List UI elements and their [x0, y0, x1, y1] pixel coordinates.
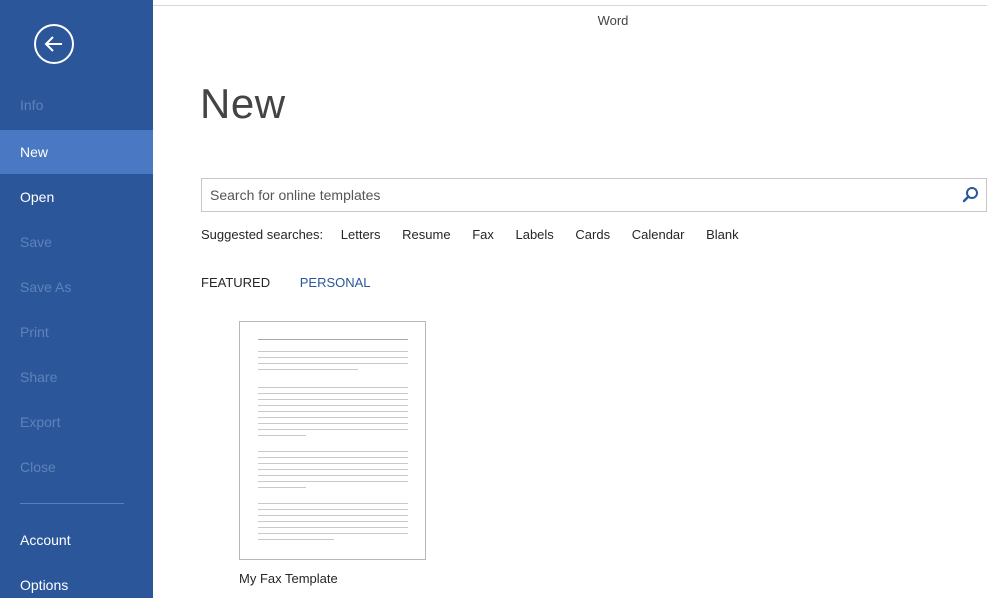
- preview-text-line: [258, 487, 306, 488]
- sidebar-item-account[interactable]: Account: [0, 518, 153, 562]
- suggested-searches: Suggested searches: Letters Resume Fax L…: [201, 227, 757, 242]
- preview-text-line: [258, 451, 408, 452]
- preview-text-line: [258, 429, 408, 430]
- suggested-search-resume[interactable]: Resume: [402, 227, 450, 242]
- preview-text-line: [258, 503, 408, 504]
- preview-text-line: [258, 475, 408, 476]
- preview-text-line: [258, 363, 408, 364]
- tab-featured[interactable]: FEATURED: [201, 275, 270, 290]
- template-search-box: [201, 178, 987, 212]
- sidebar-item-share[interactable]: Share: [0, 355, 153, 399]
- preview-text-line: [258, 351, 408, 352]
- preview-text-line: [258, 539, 334, 540]
- sidebar-item-print[interactable]: Print: [0, 310, 153, 354]
- suggested-search-letters[interactable]: Letters: [341, 227, 381, 242]
- preview-text-line: [258, 393, 408, 394]
- preview-text-line: [258, 527, 408, 528]
- template-thumbnail[interactable]: [239, 321, 426, 560]
- preview-text-line: [258, 481, 408, 482]
- preview-text-line: [258, 417, 408, 418]
- preview-text-line: [258, 369, 358, 370]
- preview-text-line: [258, 387, 408, 388]
- preview-text-line: [258, 469, 408, 470]
- suggested-search-calendar[interactable]: Calendar: [632, 227, 685, 242]
- sidebar-item-save-as[interactable]: Save As: [0, 265, 153, 309]
- sidebar-item-close[interactable]: Close: [0, 445, 153, 489]
- search-button[interactable]: [962, 186, 980, 204]
- suggested-search-labels[interactable]: Labels: [515, 227, 553, 242]
- backstage-sidebar: Info New Open Save Save As Print Share E…: [0, 0, 153, 598]
- preview-text-line: [258, 411, 408, 412]
- preview-text-line: [258, 399, 408, 400]
- preview-text-line: [258, 357, 408, 358]
- window-title: Word: [597, 13, 629, 28]
- suggested-search-blank[interactable]: Blank: [706, 227, 739, 242]
- sidebar-item-new[interactable]: New: [0, 130, 153, 174]
- sidebar-item-save[interactable]: Save: [0, 220, 153, 264]
- search-icon: [962, 187, 978, 203]
- sidebar-item-info[interactable]: Info: [0, 83, 153, 127]
- preview-text-line: [258, 515, 408, 516]
- preview-text-line: [258, 533, 408, 534]
- back-button[interactable]: [34, 24, 74, 64]
- preview-text-line: [258, 463, 408, 464]
- tab-personal[interactable]: PERSONAL: [300, 275, 371, 290]
- preview-text-line: [258, 405, 408, 406]
- sidebar-item-open[interactable]: Open: [0, 175, 153, 219]
- preview-text-line: [258, 521, 408, 522]
- preview-text-line: [258, 423, 408, 424]
- template-name[interactable]: My Fax Template: [239, 571, 338, 586]
- preview-text-line: [258, 509, 408, 510]
- sidebar-item-export[interactable]: Export: [0, 400, 153, 444]
- sidebar-divider: [20, 503, 124, 504]
- preview-heading-line: [258, 339, 408, 340]
- suggested-search-cards[interactable]: Cards: [575, 227, 610, 242]
- preview-text-line: [258, 435, 306, 436]
- sidebar-item-options[interactable]: Options: [0, 563, 153, 598]
- search-input[interactable]: [202, 179, 942, 211]
- suggested-search-fax[interactable]: Fax: [472, 227, 494, 242]
- template-tabs: FEATURED PERSONAL: [201, 275, 397, 290]
- page-title: New: [200, 80, 286, 127]
- title-bar-border: [153, 5, 987, 6]
- suggested-searches-label: Suggested searches:: [201, 227, 324, 242]
- preview-text-line: [258, 457, 408, 458]
- back-arrow-icon: [44, 36, 62, 52]
